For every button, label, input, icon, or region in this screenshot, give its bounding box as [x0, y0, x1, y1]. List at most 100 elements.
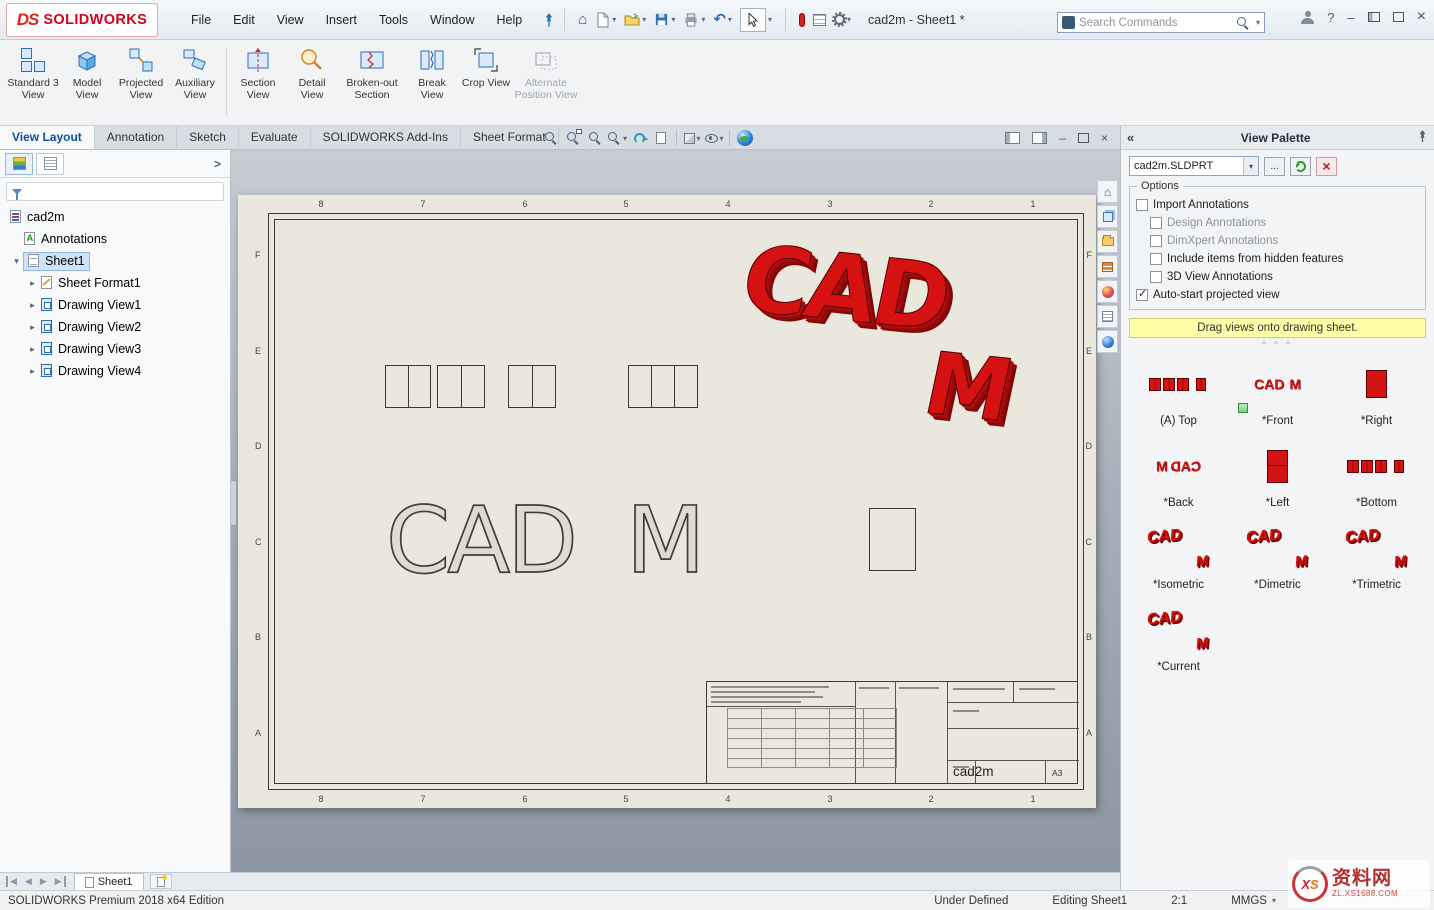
select-tool-button[interactable]: ▾ — [736, 5, 776, 35]
front-view-letter[interactable]: M — [626, 495, 702, 587]
user-account-button[interactable] — [1301, 11, 1314, 24]
sheet-properties-button[interactable] — [809, 11, 830, 29]
custom-properties-tab[interactable] — [1097, 305, 1118, 328]
last-sheet-button[interactable]: ▶ — [51, 876, 66, 887]
expand-arrow-icon[interactable]: ▸ — [26, 300, 39, 311]
tree-item-drawing-view1[interactable]: ▸ Drawing View1 — [0, 294, 230, 316]
expand-arrow-icon[interactable]: ▸ — [26, 344, 39, 355]
selected-tree-item[interactable]: Sheet1 — [23, 252, 90, 271]
apply-scene-globe-icon[interactable] — [734, 127, 756, 149]
minimize-document-button[interactable]: – — [1059, 131, 1066, 145]
zoom-to-fit-icon[interactable] — [540, 127, 562, 149]
expand-arrow-icon[interactable]: ▾ — [10, 256, 23, 267]
view-thumbnail-left[interactable]: *Left — [1230, 435, 1325, 509]
minimize-window-button[interactable]: – — [1347, 10, 1354, 25]
checkbox-3d-view-annotations[interactable]: 3D View Annotations — [1150, 268, 1419, 286]
hide-show-items-icon[interactable]: ▾ — [703, 127, 725, 149]
isometric-view-text[interactable]: CAD — [734, 233, 955, 345]
search-input[interactable] — [1079, 17, 1232, 29]
help-button[interactable]: ? — [1327, 10, 1334, 25]
view-thumbnail-bottom[interactable]: *Bottom — [1329, 435, 1424, 509]
crop-view-button[interactable]: Crop View — [460, 45, 512, 89]
view-thumbnail-top[interactable]: (A) Top — [1131, 353, 1226, 427]
pin-menu-icon[interactable] — [543, 13, 555, 27]
view-thumbnail-current[interactable]: CADM *Current — [1131, 599, 1226, 673]
break-view-button[interactable]: Break View — [406, 45, 458, 102]
view-thumbnail-front[interactable]: CAD M *Front — [1230, 353, 1325, 427]
tree-item-cad2m[interactable]: cad2m — [0, 206, 230, 228]
auxiliary-view-button[interactable]: Auxiliary View — [169, 45, 221, 102]
tab-feature-tree[interactable] — [5, 153, 33, 175]
checkbox-dimxpert-annotations[interactable]: DimXpert Annotations — [1150, 232, 1419, 250]
panel-splitter-grip[interactable] — [231, 480, 237, 526]
view-thumbnail-back[interactable]: M CAD *Back — [1131, 435, 1226, 509]
tree-item-sheet1[interactable]: ▾ Sheet1 — [0, 250, 230, 272]
close-document-button[interactable]: × — [1101, 131, 1108, 145]
appearances-tab[interactable] — [1097, 280, 1118, 303]
tab-annotation[interactable]: Annotation — [95, 126, 177, 149]
print-button[interactable]: ▾ — [679, 9, 709, 30]
zoom-in-out-icon[interactable] — [584, 127, 606, 149]
tab-view-layout[interactable]: View Layout — [0, 126, 95, 149]
checkbox-auto-start-projected-view[interactable]: ✓ Auto-start projected view — [1136, 286, 1419, 304]
expand-arrow-icon[interactable]: ▸ — [26, 278, 39, 289]
dock-panels-button[interactable] — [1368, 12, 1380, 22]
clear-palette-button[interactable]: × — [1316, 157, 1337, 176]
menu-tools[interactable]: Tools — [368, 8, 419, 32]
solidworks-resources-tab[interactable]: ⌂ — [1097, 180, 1118, 203]
combo-caret-icon[interactable]: ▾ — [1243, 157, 1258, 175]
top-view-letter-d[interactable] — [508, 365, 556, 408]
front-view-text[interactable]: CAD — [386, 495, 575, 587]
undo-button[interactable]: ↶ ▾ — [709, 9, 736, 30]
projected-view-button[interactable]: Projected View — [115, 45, 167, 102]
search-icon[interactable] — [1236, 16, 1250, 30]
expand-arrow-icon[interactable]: ▸ — [26, 366, 39, 377]
sheet-tab-sheet1[interactable]: Sheet1 — [74, 873, 144, 890]
units-selector[interactable]: MMGS ▾ — [1231, 895, 1276, 907]
pane-left-icon[interactable] — [1005, 132, 1020, 144]
top-view-letter-a[interactable] — [437, 365, 485, 408]
home-button[interactable]: ⌂ — [574, 9, 591, 30]
tab-sketch[interactable]: Sketch — [177, 126, 239, 149]
menu-edit[interactable]: Edit — [222, 8, 266, 32]
menu-insert[interactable]: Insert — [315, 8, 368, 32]
tab-solidworks-add-ins[interactable]: SOLIDWORKS Add-Ins — [311, 126, 461, 149]
menu-help[interactable]: Help — [486, 8, 534, 32]
zoom-to-area-icon[interactable] — [562, 127, 584, 149]
right-view-outline[interactable] — [869, 508, 916, 571]
view-thumbnail-trimetric[interactable]: CADM *Trimetric — [1329, 517, 1424, 591]
sheet-scale-label[interactable]: 2:1 — [1171, 895, 1187, 907]
checkbox-import-annotations[interactable]: Import Annotations — [1136, 196, 1419, 214]
checkbox-include-hidden-features[interactable]: Include items from hidden features — [1150, 250, 1419, 268]
previous-sheet-button[interactable]: ◀ — [21, 876, 36, 887]
menu-file[interactable]: File — [180, 8, 222, 32]
new-document-button[interactable]: ▾ — [591, 9, 620, 31]
standard-3-view-button[interactable]: Standard 3 View — [7, 45, 59, 102]
open-document-button[interactable]: ▾ — [620, 9, 650, 30]
top-view-letter-m[interactable] — [628, 365, 698, 408]
search-commands-box[interactable]: ▾ — [1057, 12, 1265, 33]
previous-view-icon[interactable]: ▾ — [606, 127, 628, 149]
checkbox-design-annotations[interactable]: Design Annotations — [1150, 214, 1419, 232]
display-style-icon[interactable]: ▾ — [681, 127, 703, 149]
3d-drawing-view-icon[interactable] — [650, 127, 672, 149]
refresh-button[interactable] — [1290, 157, 1311, 176]
search-scope-icon[interactable] — [1062, 16, 1075, 29]
next-sheet-button[interactable]: ▶ — [36, 876, 51, 887]
restore-window-button[interactable] — [1393, 12, 1404, 22]
rotate-view-icon[interactable] — [628, 127, 650, 149]
status-light-button[interactable] — [795, 10, 809, 30]
view-thumbnail-isometric[interactable]: CADM *Isometric — [1131, 517, 1226, 591]
save-button[interactable]: ▾ — [650, 9, 679, 30]
collapse-pane-chevrons-icon[interactable]: « — [1127, 130, 1134, 145]
pin-pane-icon[interactable] — [1417, 130, 1428, 146]
tree-item-sheet-format1[interactable]: ▸ Sheet Format1 — [0, 272, 230, 294]
menu-window[interactable]: Window — [419, 8, 485, 32]
top-view-letter-c[interactable] — [385, 365, 431, 408]
tab-evaluate[interactable]: Evaluate — [239, 126, 311, 149]
expand-arrow-icon[interactable]: ▸ — [26, 322, 39, 333]
caret-icon[interactable]: ▾ — [1256, 18, 1260, 27]
tree-item-drawing-view3[interactable]: ▸ Drawing View3 — [0, 338, 230, 360]
view-thumbnail-right[interactable]: *Right — [1329, 353, 1424, 427]
section-view-button[interactable]: Section View — [232, 45, 284, 102]
